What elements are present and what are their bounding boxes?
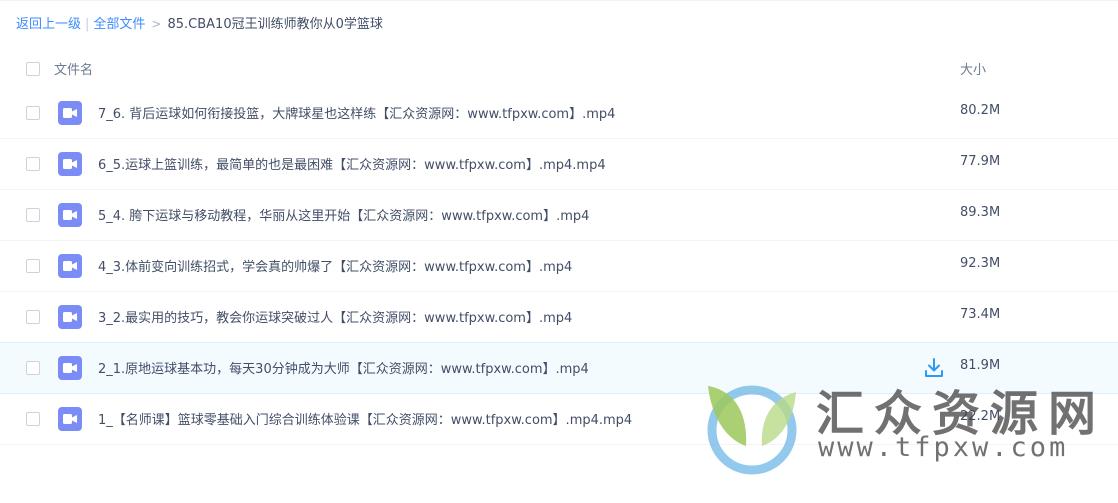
table-row[interactable]: 4_3.体前变向训练招式，学会真的帅爆了【汇众资源网：www.tfpxw.com… bbox=[0, 241, 1118, 292]
video-file-icon bbox=[58, 101, 82, 125]
row-checkbox[interactable] bbox=[26, 106, 40, 120]
all-files-link[interactable]: 全部文件 bbox=[93, 17, 145, 32]
breadcrumb-arrow-icon: > bbox=[151, 17, 162, 31]
row-checkbox[interactable] bbox=[26, 157, 40, 171]
download-icon[interactable] bbox=[924, 357, 944, 379]
table-row[interactable]: 1_【名师课】篮球零基础入门综合训练体验课【汇众资源网：www.tfpxw.co… bbox=[0, 394, 1118, 445]
breadcrumb: 返回上一级 | 全部文件 >85.CBA10冠王训练师教你从0学篮球 bbox=[16, 15, 383, 34]
file-size: 73.4M bbox=[960, 307, 1001, 322]
file-size: 22.2M bbox=[960, 409, 1001, 424]
table-row[interactable]: 2_1.原地运球基本功，每天30分钟成为大师【汇众资源网：www.tfpxw.c… bbox=[0, 342, 1118, 394]
top-divider bbox=[0, 0, 1118, 1]
row-checkbox[interactable] bbox=[26, 259, 40, 273]
column-header-size[interactable]: 大小 bbox=[960, 59, 986, 78]
file-size: 92.3M bbox=[960, 256, 1001, 271]
file-size: 80.2M bbox=[960, 103, 1001, 118]
row-checkbox[interactable] bbox=[26, 412, 40, 426]
row-checkbox[interactable] bbox=[26, 361, 40, 375]
table-row[interactable]: 5_4. 胯下运球与移动教程，华丽从这里开始【汇众资源网：www.tfpxw.c… bbox=[0, 190, 1118, 241]
file-name[interactable]: 7_6. 背后运球如何衔接投篮，大牌球星也这样练【汇众资源网：www.tfpxw… bbox=[98, 103, 615, 122]
file-name[interactable]: 2_1.原地运球基本功，每天30分钟成为大师【汇众资源网：www.tfpxw.c… bbox=[98, 358, 589, 377]
table-row[interactable]: 7_6. 背后运球如何衔接投篮，大牌球星也这样练【汇众资源网：www.tfpxw… bbox=[0, 88, 1118, 139]
file-name[interactable]: 4_3.体前变向训练招式，学会真的帅爆了【汇众资源网：www.tfpxw.com… bbox=[98, 256, 572, 275]
column-header-name[interactable]: 文件名 bbox=[54, 59, 93, 78]
video-file-icon bbox=[58, 407, 82, 431]
table-row[interactable]: 3_2.最实用的技巧，教会你运球突破过人【汇众资源网：www.tfpxw.com… bbox=[0, 292, 1118, 343]
current-folder: 85.CBA10冠王训练师教你从0学篮球 bbox=[167, 17, 383, 32]
file-name[interactable]: 6_5.运球上篮训练，最简单的也是最困难【汇众资源网：www.tfpxw.com… bbox=[98, 154, 606, 173]
file-name[interactable]: 5_4. 胯下运球与移动教程，华丽从这里开始【汇众资源网：www.tfpxw.c… bbox=[98, 205, 589, 224]
file-size: 81.9M bbox=[960, 358, 1001, 373]
select-all-checkbox[interactable] bbox=[26, 62, 40, 76]
video-file-icon bbox=[58, 152, 82, 176]
table-header: 文件名 大小 bbox=[0, 46, 1118, 90]
video-file-icon bbox=[58, 254, 82, 278]
video-file-icon bbox=[58, 203, 82, 227]
row-checkbox[interactable] bbox=[26, 208, 40, 222]
video-file-icon bbox=[58, 305, 82, 329]
file-size: 77.9M bbox=[960, 154, 1001, 169]
file-name[interactable]: 3_2.最实用的技巧，教会你运球突破过人【汇众资源网：www.tfpxw.com… bbox=[98, 307, 572, 326]
row-checkbox[interactable] bbox=[26, 310, 40, 324]
table-row[interactable]: 6_5.运球上篮训练，最简单的也是最困难【汇众资源网：www.tfpxw.com… bbox=[0, 139, 1118, 190]
file-size: 89.3M bbox=[960, 205, 1001, 220]
file-list: 7_6. 背后运球如何衔接投篮，大牌球星也这样练【汇众资源网：www.tfpxw… bbox=[0, 88, 1118, 445]
back-link[interactable]: 返回上一级 bbox=[16, 17, 81, 32]
video-file-icon bbox=[58, 356, 82, 380]
file-name[interactable]: 1_【名师课】篮球零基础入门综合训练体验课【汇众资源网：www.tfpxw.co… bbox=[98, 409, 632, 428]
breadcrumb-separator: | bbox=[85, 17, 90, 32]
